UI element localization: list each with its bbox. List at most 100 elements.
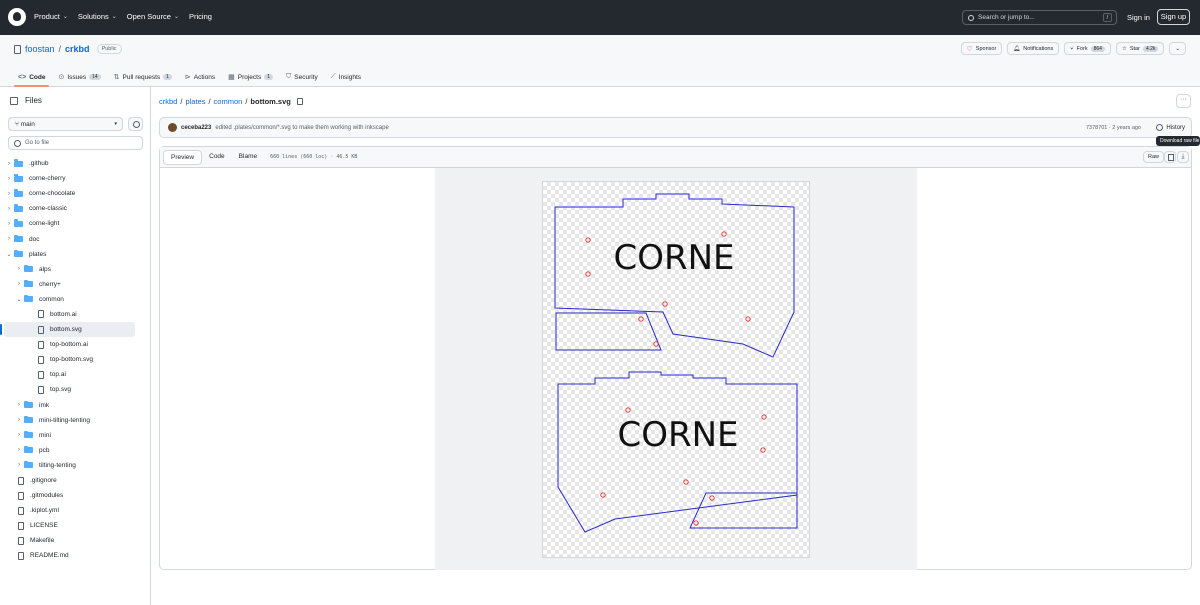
tree-item-label: bottom.svg — [50, 326, 82, 334]
chevron-right-icon[interactable]: › — [4, 161, 14, 167]
chevron-right-icon[interactable]: › — [14, 432, 24, 438]
files-title: Files — [25, 96, 42, 105]
breadcrumb-common[interactable]: common — [214, 97, 243, 106]
download-icon[interactable]: ⤓ — [1177, 151, 1189, 163]
commit-meta[interactable]: 7378701 · 2 years ago — [1086, 125, 1141, 131]
sign-in-link[interactable]: Sign in — [1127, 13, 1150, 22]
chevron-right-icon[interactable]: › — [4, 191, 14, 197]
chevron-right-icon[interactable]: › — [4, 176, 14, 182]
clock-icon — [1156, 124, 1164, 131]
tree-folder-item[interactable]: › cherry+ — [4, 277, 135, 292]
avatar[interactable] — [168, 123, 177, 132]
plate-drawing: CORNE CORNE — [554, 193, 798, 533]
breadcrumb-crkbd[interactable]: crkbd — [159, 97, 177, 106]
file-toolbar: Preview Code Blame 660 lines (660 loc) ·… — [160, 147, 1191, 168]
copy-path-icon[interactable] — [296, 98, 303, 105]
global-search-input[interactable]: Search or jump to... / — [962, 10, 1117, 25]
tree-file-item[interactable]: README.md — [4, 548, 135, 563]
preview-tab[interactable]: Preview — [163, 149, 203, 165]
nav-product[interactable]: Product ⌄ — [34, 12, 68, 21]
tab-actions-label: Actions — [193, 73, 216, 81]
chevron-right-icon[interactable]: › — [14, 462, 24, 468]
tree-folder-item[interactable]: › mini-tilting-tenting — [4, 413, 135, 428]
chevron-right-icon[interactable]: › — [14, 417, 24, 423]
tree-folder-item[interactable]: › tilting-tenting — [4, 458, 135, 473]
repo-name-link[interactable]: crkbd — [65, 44, 90, 54]
sponsor-button[interactable]: ♡ Sponsor — [960, 42, 1003, 55]
chevron-down-icon: ⌄ — [111, 14, 117, 20]
star-dropdown-button[interactable]: ⌄ — [1169, 42, 1186, 55]
blame-tab[interactable]: Blame — [232, 150, 264, 165]
tree-folder-item[interactable]: › mini — [4, 428, 135, 443]
tree-file-item[interactable]: Makefile — [4, 533, 135, 548]
tab-issues[interactable]: ⊙ Issues 14 — [58, 69, 101, 85]
sidebar-collapse-icon[interactable] — [10, 96, 18, 105]
raw-button[interactable]: Raw — [1143, 151, 1165, 163]
tab-insights[interactable]: ⟋ Insights — [331, 69, 361, 85]
tree-item-label: .github — [29, 160, 49, 168]
tree-folder-item[interactable]: › corne-chocolate — [4, 186, 135, 201]
tab-code[interactable]: <> Code — [13, 69, 50, 87]
go-to-file-input[interactable]: Go to file — [8, 136, 143, 150]
tree-folder-item[interactable]: › .github — [4, 156, 135, 171]
chevron-right-icon[interactable]: › — [4, 236, 14, 242]
tree-file-item[interactable]: top-bottom.svg — [4, 352, 135, 367]
fork-button[interactable]: ⑂ Fork 864 — [1064, 42, 1111, 55]
nav-pricing[interactable]: Pricing — [189, 12, 212, 21]
star-label: Star — [1129, 45, 1140, 52]
tree-file-item[interactable]: .kiplot.yml — [4, 503, 135, 518]
branch-selector[interactable]: ⑂ main ▾ — [8, 117, 123, 131]
folder-icon — [24, 294, 33, 303]
tab-security[interactable]: ⛉ Security — [286, 69, 318, 85]
chevron-right-icon[interactable]: › — [14, 447, 24, 453]
tab-projects[interactable]: ▦ Projects 1 — [228, 69, 273, 85]
chevron-down-icon[interactable]: ⌄ — [4, 251, 14, 258]
tree-file-item[interactable]: top.svg — [4, 382, 135, 397]
chevron-right-icon[interactable]: › — [4, 221, 14, 227]
file-search-button[interactable] — [128, 117, 143, 131]
commit-author[interactable]: ceceba223 — [181, 125, 211, 131]
tab-actions[interactable]: ⊳ Actions — [185, 69, 215, 85]
file-info: 660 lines (660 loc) · 46.5 KB — [270, 154, 358, 160]
tree-folder-item[interactable]: › alps — [4, 262, 135, 277]
tree-folder-item[interactable]: › corne-light — [4, 216, 135, 231]
tab-pull-requests[interactable]: ⇅ Pull requests 1 — [114, 69, 172, 85]
tree-folder-item[interactable]: › doc — [4, 231, 135, 246]
chevron-right-icon[interactable]: › — [14, 402, 24, 408]
tree-folder-item[interactable]: › imk — [4, 398, 135, 413]
notifications-button[interactable]: 🔔︎ Notifications — [1007, 42, 1060, 55]
tree-folder-item[interactable]: › pcb — [4, 443, 135, 458]
search-icon — [968, 15, 974, 21]
chevron-down-icon[interactable]: ⌄ — [14, 296, 24, 303]
code-tab[interactable]: Code — [202, 150, 232, 165]
chevron-right-icon[interactable]: › — [14, 281, 24, 287]
tree-folder-item[interactable]: ⌄ plates — [4, 247, 135, 262]
commit-message[interactable]: edited .plates/common/*.svg to make them… — [215, 125, 388, 131]
chevron-right-icon[interactable]: › — [4, 206, 14, 212]
github-logo-icon[interactable] — [8, 8, 26, 26]
tree-file-item[interactable]: .gitignore — [4, 473, 135, 488]
tree-file-item[interactable]: bottom.svg — [0, 322, 135, 338]
tree-file-item[interactable]: .gitmodules — [4, 488, 135, 503]
branch-name: main — [20, 121, 35, 128]
nav-solutions[interactable]: Solutions ⌄ — [78, 12, 117, 21]
tree-file-item[interactable]: bottom.ai — [4, 307, 135, 322]
tree-folder-item[interactable]: ⌄ common — [4, 292, 135, 307]
tree-file-item[interactable]: top.ai — [4, 367, 135, 382]
copy-raw-icon[interactable] — [1164, 151, 1176, 163]
history-button[interactable]: History — [1156, 124, 1185, 131]
mounting-hole — [760, 447, 766, 453]
tree-file-item[interactable]: top-bottom.ai — [4, 337, 135, 352]
sign-up-button[interactable]: Sign up — [1157, 9, 1190, 25]
nav-open-source[interactable]: Open Source ⌄ — [127, 12, 179, 21]
tree-folder-item[interactable]: › corne-cherry — [4, 171, 135, 186]
repo-owner-link[interactable]: foostan — [25, 44, 55, 54]
breadcrumb-separator: / — [180, 97, 183, 106]
more-options-button[interactable]: ··· — [1176, 94, 1191, 108]
breadcrumb-plates[interactable]: plates — [185, 97, 205, 106]
tree-folder-item[interactable]: › corne-classic — [4, 201, 135, 216]
tree-file-item[interactable]: LICENSE — [4, 518, 135, 533]
chevron-right-icon[interactable]: › — [14, 266, 24, 272]
star-button[interactable]: ☆ Star 4.2k — [1115, 42, 1165, 55]
file-icon — [38, 310, 44, 319]
